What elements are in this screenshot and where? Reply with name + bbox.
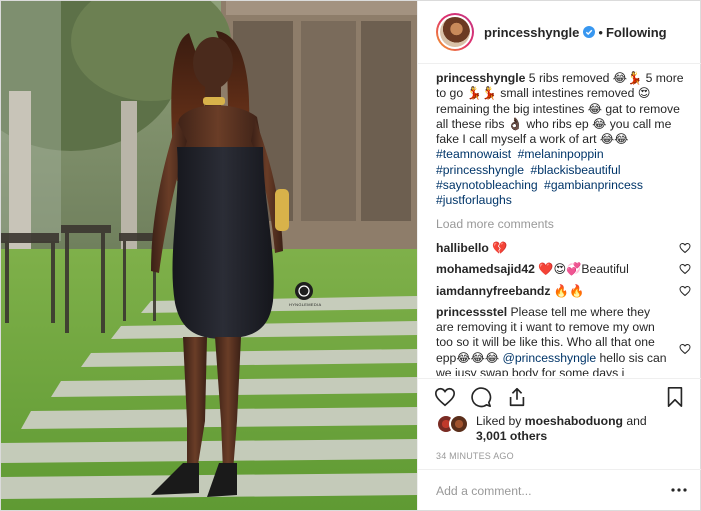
comment-icon[interactable] (470, 386, 492, 408)
comment-body: mohamedsajid42 ❤️😍💞Beautiful (436, 262, 668, 277)
verified-badge-icon (583, 26, 596, 38)
caption-username[interactable]: princesshyngle (436, 71, 525, 85)
comment-username[interactable]: princessstel (436, 305, 507, 319)
hashtag-link[interactable]: #justforlaughs (436, 193, 512, 207)
hashtag-link[interactable]: #melaninpoppin (518, 147, 604, 161)
heart-icon[interactable] (679, 263, 691, 275)
post-timestamp[interactable]: 34 MINUTES AGO (436, 451, 514, 461)
comment-text: ❤️😍💞Beautiful (534, 262, 629, 277)
comments-list[interactable]: princesshyngle 5 ribs removed 😂💃 5 more … (436, 71, 691, 376)
likes-prefix: Liked by (476, 414, 525, 428)
action-bar (418, 378, 701, 414)
add-comment-bar (418, 469, 701, 510)
instagram-post: HYNGLEMEDIA princesshyngle • Following p… (0, 0, 701, 511)
comment-username[interactable]: mohamedsajid42 (436, 262, 535, 276)
comment-body: hallibello 💔 (436, 241, 668, 256)
load-more-comments-link[interactable]: Load more comments (436, 217, 691, 232)
comment-mention-link[interactable]: @princesshyngle (502, 351, 596, 365)
comment-item: iamdannyfreebandz 🔥🔥 (436, 284, 691, 299)
caption-hashtags: #teamnowaist #melaninpoppin #princesshyn… (436, 147, 691, 208)
following-button[interactable]: Following (606, 25, 667, 40)
header-separator: • (598, 24, 603, 40)
avatar-image (440, 17, 470, 47)
likes-summary: Liked by moeshaboduong and 3,001 others (436, 412, 691, 448)
liker-avatars[interactable] (436, 414, 470, 436)
comment-body: princessstel Please tell me where they a… (436, 305, 668, 376)
heart-icon[interactable] (679, 285, 691, 297)
comment-body: iamdannyfreebandz 🔥🔥 (436, 284, 668, 299)
author-avatar[interactable] (436, 13, 474, 51)
hashtag-link[interactable]: #teamnowaist (436, 147, 511, 161)
liker-avatar (449, 414, 469, 434)
comment-item: hallibello 💔 (436, 241, 691, 256)
hashtag-link[interactable]: #saynotobleaching (436, 178, 538, 192)
post-header: princesshyngle • Following (418, 1, 701, 64)
author-username[interactable]: princesshyngle (484, 25, 579, 40)
comment-item: princessstel Please tell me where they a… (436, 305, 691, 376)
more-options-icon[interactable] (671, 484, 687, 496)
comment-text: 🔥🔥 (550, 283, 585, 298)
heart-icon[interactable] (679, 242, 691, 254)
likes-count-link[interactable]: 3,001 others (476, 429, 547, 443)
photo-illustration (1, 1, 417, 510)
liker-username[interactable]: moeshaboduong (525, 414, 623, 428)
comment-text: 💔 (488, 240, 508, 255)
hashtag-link[interactable]: #gambianprincess (544, 178, 643, 192)
avatar-border (438, 15, 472, 49)
post-photo[interactable]: HYNGLEMEDIA (1, 1, 417, 510)
comment-item: mohamedsajid42 ❤️😍💞Beautiful (436, 262, 691, 277)
heart-icon[interactable] (679, 343, 691, 355)
photo-watermark-text: HYNGLEMEDIA (289, 302, 322, 307)
comment-username[interactable]: iamdannyfreebandz (436, 284, 550, 298)
add-comment-input[interactable] (436, 482, 656, 500)
likes-text: Liked by moeshaboduong and 3,001 others (476, 414, 691, 444)
like-heart-icon[interactable] (434, 386, 456, 408)
bookmark-icon[interactable] (664, 386, 686, 408)
hashtag-link[interactable]: #blackisbeautiful (530, 163, 620, 177)
share-icon[interactable] (506, 386, 528, 408)
likes-conjunction: and (622, 414, 647, 428)
comment-username[interactable]: hallibello (436, 241, 489, 255)
post-side-panel: princesshyngle • Following princesshyngl… (417, 1, 701, 510)
caption: princesshyngle 5 ribs removed 😂💃 5 more … (436, 71, 691, 147)
hashtag-link[interactable]: #princesshyngle (436, 163, 524, 177)
